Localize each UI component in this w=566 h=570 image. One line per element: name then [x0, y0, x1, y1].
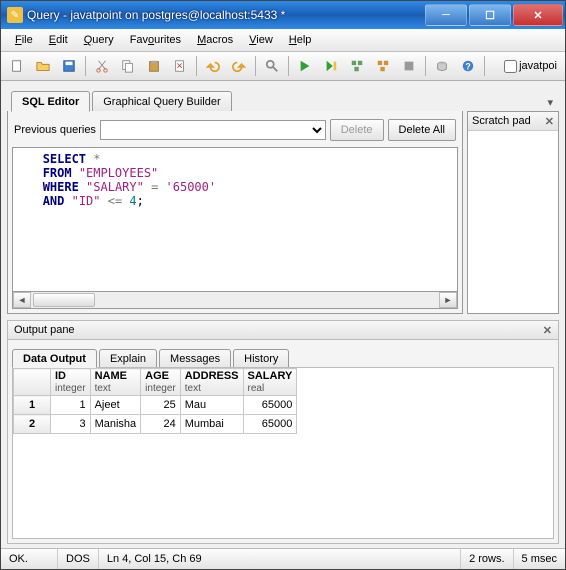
output-tabs: Data Output Explain Messages History [8, 340, 558, 367]
copy-icon[interactable] [116, 54, 140, 78]
tab-explain[interactable]: Explain [99, 349, 157, 367]
db-checkbox[interactable] [504, 60, 517, 73]
tab-messages[interactable]: Messages [159, 349, 231, 367]
menu-edit[interactable]: Edit [41, 32, 76, 48]
editor-panel: Previous queries Delete Delete All SELEC… [7, 111, 463, 314]
table-header-row: IDinteger NAMEtext AGEinteger ADDRESStex… [14, 369, 297, 396]
output-header: Output pane ✕ [7, 320, 559, 340]
main-area: Previous queries Delete Delete All SELEC… [1, 111, 565, 320]
menu-favourites[interactable]: Favourites [122, 32, 189, 48]
menu-help[interactable]: Help [281, 32, 320, 48]
undo-icon[interactable] [201, 54, 225, 78]
menu-macros[interactable]: Macros [189, 32, 241, 48]
tab-history[interactable]: History [233, 349, 289, 367]
status-time: 5 msec [514, 549, 565, 569]
menu-query[interactable]: Query [76, 32, 122, 48]
output-area: Data Output Explain Messages History IDi… [7, 340, 559, 544]
execute-pgscript-icon[interactable] [319, 54, 343, 78]
tab-data-output[interactable]: Data Output [12, 349, 97, 368]
col-name[interactable]: NAMEtext [90, 369, 141, 396]
toolbar: ? javatpoi [1, 52, 565, 81]
tab-sql-editor[interactable]: SQL Editor [11, 91, 90, 112]
menu-view[interactable]: View [241, 32, 281, 48]
paste-icon[interactable] [142, 54, 166, 78]
redo-icon[interactable] [227, 54, 251, 78]
editor-tabs: SQL Editor Graphical Query Builder ▾ [1, 81, 565, 111]
new-icon[interactable] [5, 54, 29, 78]
scratch-pad: Scratch pad ✕ [467, 111, 559, 314]
statusbar: OK. DOS Ln 4, Col 15, Ch 69 2 rows. 5 ms… [1, 548, 565, 569]
app-window: ✎ Query - javatpoint on postgres@localho… [0, 0, 566, 570]
cut-icon[interactable] [90, 54, 114, 78]
clear-icon[interactable] [168, 54, 192, 78]
status-encoding: DOS [58, 549, 99, 569]
execute-icon[interactable] [293, 54, 317, 78]
output-close-icon[interactable]: ✕ [543, 324, 552, 337]
maximize-button[interactable]: ☐ [469, 4, 511, 26]
output-title: Output pane [14, 324, 75, 336]
col-age[interactable]: AGEinteger [141, 369, 181, 396]
prev-label: Previous queries [14, 124, 96, 136]
cancel-icon[interactable] [397, 54, 421, 78]
window-title: Query - javatpoint on postgres@localhost… [27, 8, 423, 22]
titlebar[interactable]: ✎ Query - javatpoint on postgres@localho… [1, 1, 565, 29]
previous-queries-row: Previous queries Delete Delete All [12, 115, 458, 147]
minimize-button[interactable]: ─ [425, 4, 467, 26]
menubar: File Edit Query Favourites Macros View H… [1, 29, 565, 52]
table-row[interactable]: 1 1 Ajeet 25 Mau 65000 [14, 396, 297, 415]
scroll-right-icon[interactable]: ► [439, 292, 457, 308]
menu-file[interactable]: File [7, 32, 41, 48]
scratch-body[interactable] [468, 131, 558, 313]
editor-hscroll[interactable]: ◄ ► [12, 292, 458, 309]
scroll-thumb[interactable] [33, 293, 95, 307]
save-icon[interactable] [57, 54, 81, 78]
tabs-collapse-icon[interactable]: ▾ [541, 94, 559, 111]
app-icon: ✎ [7, 7, 23, 23]
active-db-selector[interactable]: javatpoi [500, 60, 561, 73]
table-row[interactable]: 2 3 Manisha 24 Mumbai 65000 [14, 415, 297, 434]
scratch-close-icon[interactable]: ✕ [545, 115, 554, 128]
result-grid[interactable]: IDinteger NAMEtext AGEinteger ADDRESStex… [12, 367, 554, 539]
open-icon[interactable] [31, 54, 55, 78]
status-ok: OK. [1, 549, 58, 569]
window-buttons: ─ ☐ ✕ [423, 4, 563, 26]
explain-analyze-icon[interactable] [371, 54, 395, 78]
delete-all-button[interactable]: Delete All [388, 119, 456, 141]
tab-gqb[interactable]: Graphical Query Builder [92, 91, 231, 111]
close-button[interactable]: ✕ [513, 4, 563, 26]
scratch-title: Scratch pad [472, 115, 531, 127]
scroll-left-icon[interactable]: ◄ [13, 292, 31, 308]
result-table: IDinteger NAMEtext AGEinteger ADDRESStex… [13, 368, 297, 434]
prev-dropdown[interactable] [100, 120, 326, 140]
connection-icon[interactable] [430, 54, 454, 78]
help-icon[interactable]: ? [456, 54, 480, 78]
sql-editor[interactable]: SELECT * FROM "EMPLOYEES" WHERE "SALARY"… [12, 147, 458, 292]
svg-text:?: ? [465, 62, 470, 72]
col-id[interactable]: IDinteger [51, 369, 91, 396]
scratch-header: Scratch pad ✕ [468, 112, 558, 131]
col-address[interactable]: ADDRESStext [180, 369, 243, 396]
find-icon[interactable] [260, 54, 284, 78]
corner-cell[interactable] [14, 369, 51, 396]
col-salary[interactable]: SALARYreal [243, 369, 297, 396]
explain-icon[interactable] [345, 54, 369, 78]
db-label: javatpoi [519, 60, 557, 72]
delete-button[interactable]: Delete [330, 119, 384, 141]
status-position: Ln 4, Col 15, Ch 69 [99, 549, 461, 569]
status-rowcount: 2 rows. [461, 549, 513, 569]
